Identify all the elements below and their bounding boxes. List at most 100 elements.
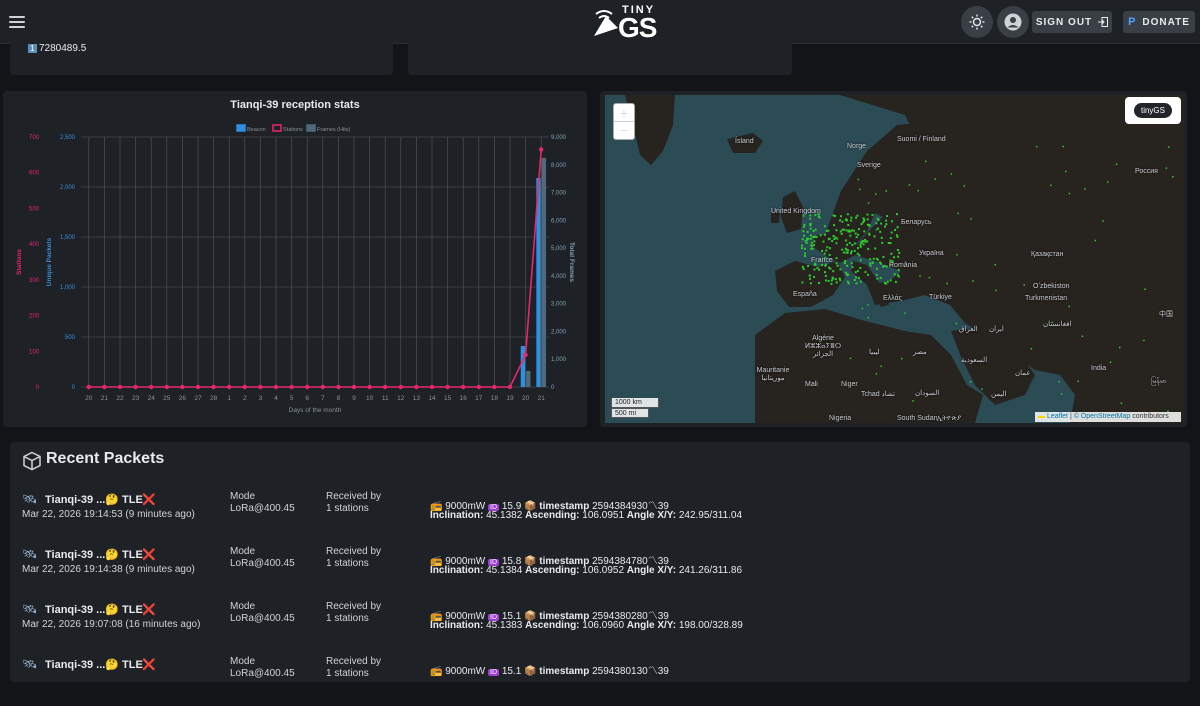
power-value: 9000mW [445,666,486,677]
stations-point[interactable] [398,384,403,390]
zoom-out-button[interactable]: − [614,122,634,140]
stations-point[interactable] [414,384,419,390]
telemetry-line-2: Inclination: 45.1383 Ascending: 106.0960… [430,620,743,631]
scale-km: 1000 km [611,398,659,408]
stations-point[interactable] [523,352,528,358]
stats-card-left: 1 7280489.5 [10,38,393,75]
cross-icon: ❌ [142,549,156,561]
sun-icon [969,14,985,30]
map-label: اليمن [991,391,1007,398]
map-label: Türkiye [929,294,952,301]
satellite-name[interactable]: Tianqi-39 ... [45,604,105,616]
stations-point[interactable] [383,384,388,390]
stations-point[interactable] [273,384,279,390]
timestamp-value: 2594380130 [592,666,648,677]
tle-label: TLE [122,494,143,506]
satellite-icon: 🛰 [22,657,38,671]
stations-point[interactable] [351,384,357,390]
map-label: افغانستان [1043,321,1072,328]
packet-date: Mar 22, 2026 19:07:08 (16 minutes ago) [22,619,201,630]
stations-point[interactable] [320,384,325,390]
map-label: Norge [847,143,867,150]
mode-label: Mode [230,601,256,612]
satellite-name[interactable]: Tianqi-39 ... [45,549,105,561]
packets-tick-label: 2,500 [60,135,76,141]
menu-icon[interactable] [9,13,25,31]
stations-point[interactable] [180,384,185,390]
tle-label: TLE [122,549,143,561]
donate-button[interactable]: P DONATE [1123,11,1195,33]
logo[interactable]: TINY GS [590,2,666,43]
x-tick-label: 11 [382,395,389,402]
packets-tick-label: 1,000 [60,285,76,291]
leaflet-link[interactable]: Leaflet [1047,413,1068,420]
account-button[interactable] [997,6,1029,38]
scale-mi: 500 mi [611,408,649,418]
stations-point[interactable] [367,384,372,390]
stations-point[interactable] [429,384,435,390]
stations-point[interactable] [102,384,107,390]
ascending-label: Ascending: [525,510,580,521]
stations-point[interactable] [149,384,154,390]
satellite-name[interactable]: Tianqi-39 ... [45,494,105,506]
map-label: Suomi / Finland [897,136,946,143]
satellite-icon: 🛰 [22,547,38,561]
map-label: Algérie ⵍⵣⵣⴰⵢⴻⵔ الجزائر [804,335,842,358]
map-label: España [793,291,817,298]
stations-point[interactable] [211,384,216,390]
x-tick-label: 9 [352,395,356,402]
map-label: Oʻzbekiston [1033,283,1070,290]
stations-point[interactable] [86,384,92,390]
received-label: Received by [326,656,382,667]
tle-label: TLE [122,604,143,616]
zoom-in-button[interactable]: + [614,104,634,122]
stations-point[interactable] [507,384,513,390]
stations-point[interactable] [242,384,247,390]
packet-row[interactable]: 🛰 Tianqi-39 ... 🤔 TLE ❌ Mar 22, 2026 19:… [10,601,1190,651]
frames-tick-label: 0 [551,385,555,391]
stations-point[interactable] [164,384,169,390]
stations-point[interactable] [195,384,201,390]
received-label: Received by [326,491,382,502]
logout-icon [1098,17,1109,27]
stations-map[interactable]: Ísland Norge Sverige Suomi / Finland Россия U… [605,95,1184,423]
stations-point[interactable] [539,147,544,152]
stations-tick-label: 0 [36,385,40,391]
map-label: Україна [919,250,944,257]
stations-point[interactable] [461,384,466,390]
stations-point[interactable] [227,384,232,390]
stations-point[interactable] [305,384,310,390]
stations-point[interactable] [289,384,294,390]
beacon-bar[interactable] [520,346,526,387]
stations-point[interactable] [133,384,138,390]
sign-out-button[interactable]: SIGN OUT [1032,11,1112,33]
legend-item[interactable]: Frames (Hits) [306,124,350,133]
frames-bar[interactable] [526,370,531,387]
stations-point[interactable] [336,384,341,390]
map-label: عمان [1015,370,1031,377]
thinking-icon: 🤔 [105,604,119,616]
mode-value: LoRa@400.45 [230,503,295,514]
mode-label: Mode [230,546,256,557]
theme-toggle-button[interactable] [961,6,993,38]
stations-point[interactable] [445,384,450,390]
legend-item[interactable]: Beacon [236,124,266,133]
packet-row[interactable]: 🛰 Tianqi-39 ... 🤔 TLE ❌ Mar 22, 2026 19:… [10,491,1190,541]
stations-tick-label: 500 [29,206,40,212]
angle-value: 241.26/311.86 [678,565,743,576]
x-tick-label: 21 [538,395,546,402]
stations-point[interactable] [476,384,481,390]
packet-row[interactable]: 🛰 Tianqi-39 ... 🤔 TLE ❌ Mar 22, 2026 19:… [10,546,1190,596]
x-tick-label: 18 [491,395,499,402]
x-tick-label: 20 [522,395,530,402]
tinygs-layer-button[interactable]: tinyGS [1125,97,1181,124]
packet-row[interactable]: 🛰 Tianqi-39 ... 🤔 TLE ❌ Mode LoRa@400.45… [10,656,1190,706]
stations-point[interactable] [492,384,497,390]
osm-link[interactable]: © OpenStreetMap [1074,413,1131,420]
legend-item[interactable]: Stations [272,124,303,133]
frames-bar[interactable] [541,157,547,387]
stations-point[interactable] [117,384,123,390]
stations-point[interactable] [258,384,263,390]
x-tick-label: 14 [428,395,436,402]
satellite-name[interactable]: Tianqi-39 ... [45,659,105,671]
